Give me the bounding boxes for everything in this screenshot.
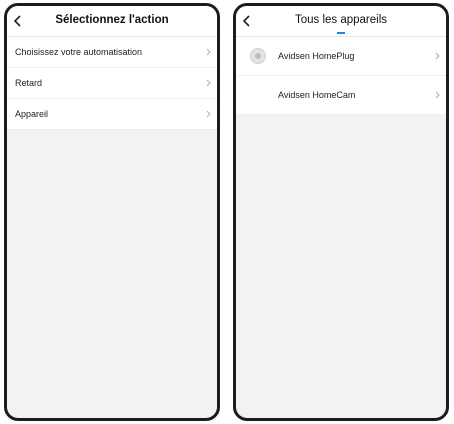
back-arrow-icon[interactable] (13, 14, 23, 28)
list-item-delay[interactable]: Retard (7, 68, 217, 99)
phone-screen-select-action: Sélectionnez l'action Choisissez votre a… (4, 3, 220, 421)
device-list: Avidsen HomePlug Avidsen HomeCam (236, 37, 446, 115)
back-arrow-icon[interactable] (242, 14, 252, 28)
chevron-right-icon (206, 79, 211, 87)
list-item-homecam[interactable]: Avidsen HomeCam (236, 76, 446, 115)
header: Sélectionnez l'action (7, 6, 217, 37)
action-list: Choisissez votre automatisation Retard A… (7, 37, 217, 130)
list-item-automation[interactable]: Choisissez votre automatisation (7, 37, 217, 68)
list-item-label: Appareil (15, 109, 49, 119)
list-item-label: Choisissez votre automatisation (15, 47, 143, 57)
chevron-right-icon (435, 91, 440, 99)
tab-indicator (337, 32, 345, 34)
plug-device-icon (250, 48, 266, 64)
phone-screen-all-devices: Tous les appareils Avidsen HomePlug Avid… (233, 3, 449, 421)
page-title: Tous les appareils (294, 14, 388, 26)
page-title: Sélectionnez l'action (55, 14, 169, 26)
list-item-device[interactable]: Appareil (7, 99, 217, 130)
list-item-label: Retard (15, 78, 43, 88)
chevron-right-icon (435, 52, 440, 60)
header: Tous les appareils (236, 6, 446, 37)
list-item-homeplug[interactable]: Avidsen HomePlug (236, 37, 446, 76)
chevron-right-icon (206, 110, 211, 118)
device-name: Avidsen HomeCam (278, 90, 356, 100)
device-name: Avidsen HomePlug (278, 51, 355, 61)
chevron-right-icon (206, 48, 211, 56)
